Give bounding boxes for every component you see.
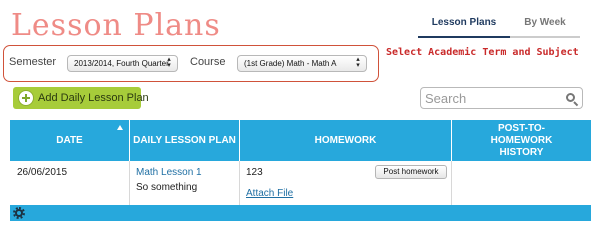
homework-text: 123 (246, 167, 263, 178)
header-date[interactable]: DATE (10, 120, 130, 161)
select-arrows-icon: ▴ ▾ (167, 56, 171, 69)
semester-select[interactable]: 2013/2014, Fourth Quarter ▴ ▾ (67, 55, 178, 72)
tab-lesson-plans[interactable]: Lesson Plans (418, 12, 510, 38)
semester-label: Semester (9, 56, 57, 68)
cell-lesson: Math Lesson 1 So something (130, 161, 240, 205)
add-daily-lesson-plan-button[interactable]: Add Daily Lesson Plan (13, 87, 149, 109)
course-select[interactable]: (1st Grade) Math - Math A ▴ ▾ (237, 55, 367, 72)
add-button-label: Add Daily Lesson Plan (38, 92, 149, 104)
attach-file-link[interactable]: Attach File (246, 188, 293, 199)
header-date-label: DATE (56, 134, 83, 146)
select-arrows-icon: ▴ ▾ (356, 56, 360, 69)
semester-value: 2013/2014, Fourth Quarter (74, 59, 169, 68)
course-label: Course (190, 56, 226, 68)
cell-homework: 123 Post homework Attach File (240, 161, 452, 205)
row-date: 26/06/2015 (17, 167, 68, 178)
table-header: DATE DAILY LESSON PLAN HOMEWORK POST-TO-… (10, 120, 591, 161)
table-row: 26/06/2015 Math Lesson 1 So something 12… (10, 161, 591, 205)
tab-by-week[interactable]: By Week (510, 12, 580, 38)
term-subject-filter: Semester 2013/2014, Fourth Quarter ▴ ▾ Co… (3, 45, 379, 82)
sort-asc-icon (117, 125, 123, 130)
lesson-plans-table: DATE DAILY LESSON PLAN HOMEWORK POST-TO-… (10, 120, 591, 221)
search-input[interactable] (425, 89, 555, 107)
lesson-description: So something (136, 182, 198, 193)
post-homework-button[interactable]: Post homework (375, 165, 447, 179)
page-title: Lesson Plans (11, 8, 221, 43)
header-daily-lesson-plan: DAILY LESSON PLAN (130, 120, 240, 161)
header-homework: HOMEWORK (240, 120, 452, 161)
cell-history (452, 161, 591, 205)
search-icon[interactable] (566, 93, 575, 102)
table-footer (10, 205, 591, 221)
gear-icon[interactable] (13, 207, 25, 219)
plus-circle-icon (18, 90, 34, 106)
search-box (420, 87, 583, 109)
header-post-history: POST-TO-HOMEWORK HISTORY (490, 122, 553, 158)
lesson-link[interactable]: Math Lesson 1 (136, 167, 202, 178)
course-value: (1st Grade) Math - Math A (244, 59, 337, 68)
cell-date: 26/06/2015 (10, 161, 130, 205)
annotation-text: Select Academic Term and Subject (386, 47, 579, 58)
